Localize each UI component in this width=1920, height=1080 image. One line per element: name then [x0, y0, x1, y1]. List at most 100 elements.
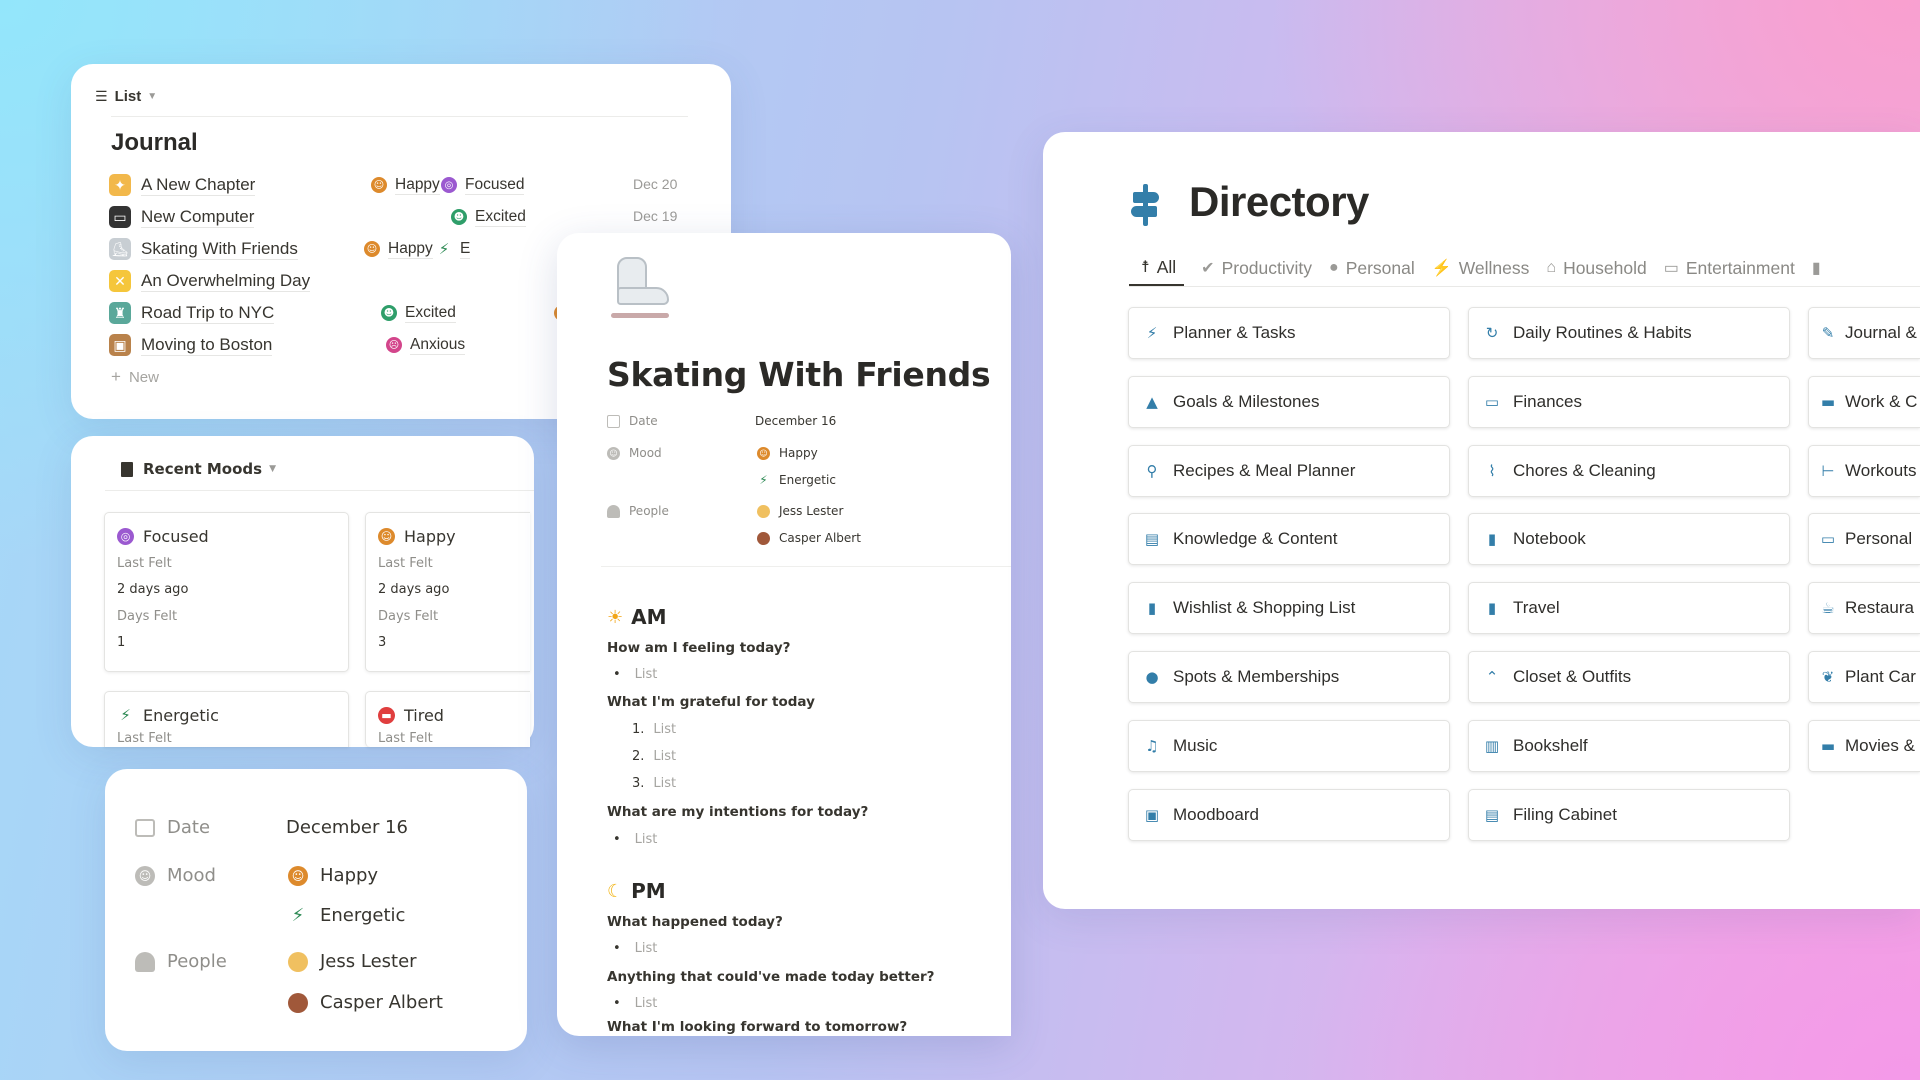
- list-item[interactable]: • List: [613, 832, 657, 847]
- journal-row[interactable]: ♜ Road Trip to NYC: [109, 300, 275, 326]
- mood-card[interactable]: ☺ Happy Last Felt 2 days ago Days Felt 3: [365, 512, 530, 672]
- bolt-icon: ⚡: [1431, 260, 1452, 277]
- journal-row[interactable]: ⛸ Skating With Friends: [109, 236, 298, 262]
- mood-card[interactable]: ◎ Focused Last Felt 2 days ago Days Felt 1: [104, 512, 349, 672]
- tab-household[interactable]: ⌂ Household: [1546, 250, 1646, 286]
- journal-row[interactable]: ▭ New Computer: [109, 204, 255, 230]
- directory-card[interactable]: ▲ Goals & Milestones: [1128, 375, 1450, 428]
- directory-card[interactable]: ▮ Travel: [1468, 582, 1790, 635]
- journal-row[interactable]: ✦ A New Chapter: [109, 172, 256, 198]
- new-row-button[interactable]: + New: [111, 367, 159, 387]
- directory-card[interactable]: ⌃ Closet & Outfits: [1468, 651, 1790, 703]
- tab-personal[interactable]: ● Personal: [1329, 250, 1415, 286]
- directory-card[interactable]: ▮ Notebook: [1468, 513, 1790, 566]
- mood-tag-energetic[interactable]: ⚡ Energetic: [757, 473, 836, 487]
- tab-all[interactable]: ☨ All: [1129, 250, 1185, 286]
- mood-tag[interactable]: ◎ Focused: [441, 172, 525, 198]
- mood-tag-energetic[interactable]: ⚡ Energetic: [288, 905, 406, 926]
- placeholder: List: [653, 749, 677, 764]
- mood-card[interactable]: ⚡ Energetic Last Felt: [104, 691, 349, 747]
- signpost-icon: [1131, 184, 1161, 226]
- mood-tag[interactable]: ☹ Anxious: [386, 332, 466, 358]
- mood-tag[interactable]: ⚡ E: [436, 236, 471, 262]
- tab-label: All: [1156, 256, 1177, 277]
- days-felt-label: Days Felt: [378, 609, 439, 624]
- mood-tag[interactable]: ☻ Excited: [451, 204, 526, 230]
- directory-card[interactable]: ▭ Personal: [1808, 513, 1920, 566]
- directory-card[interactable]: ▬ Work & C: [1808, 375, 1920, 428]
- mood-name: Focused: [143, 526, 209, 546]
- list-item[interactable]: • List: [613, 941, 657, 956]
- person-jess-lester[interactable]: Jess Lester: [288, 951, 417, 972]
- tab-entertainment[interactable]: ▭ Entertainment: [1664, 250, 1795, 286]
- tab-productivity[interactable]: ✔ Productivity: [1201, 250, 1312, 286]
- days-felt-value: 3: [378, 635, 387, 650]
- tab-label: Productivity: [1221, 257, 1313, 278]
- directory-card[interactable]: ↻ Daily Routines & Habits: [1468, 307, 1790, 359]
- numbered-item[interactable]: 1. List: [632, 722, 676, 737]
- mood-property-label: ☺ Mood: [607, 446, 662, 460]
- directory-card[interactable]: ❦ Plant Car: [1808, 651, 1920, 703]
- pm-heading: ☾ PM: [607, 879, 666, 903]
- directory-card[interactable]: ⌇ Chores & Cleaning: [1468, 444, 1790, 497]
- numbered-item[interactable]: 3. List: [632, 776, 676, 791]
- directory-card[interactable]: ☕ Restaura: [1808, 582, 1920, 635]
- date-property-label: Date: [607, 414, 658, 428]
- list-item[interactable]: • List: [613, 667, 657, 682]
- journal-row[interactable]: ▣ Moving to Boston: [109, 332, 273, 358]
- bolt-icon: ⚡: [1146, 324, 1158, 342]
- mood-card[interactable]: ▬ Tired Last Felt: [365, 691, 530, 747]
- tab-more[interactable]: ▮: [1812, 250, 1828, 286]
- directory-card[interactable]: ▤ Knowledge & Content: [1128, 513, 1450, 566]
- directory-card[interactable]: ▬ Movies &: [1808, 719, 1920, 772]
- directory-card[interactable]: ⚲ Recipes & Meal Planner: [1128, 444, 1450, 497]
- directory-card[interactable]: ▮ Wishlist & Shopping List: [1128, 582, 1450, 635]
- card-label: Goals & Milestones: [1173, 391, 1320, 411]
- person-jess-lester[interactable]: Jess Lester: [757, 504, 843, 518]
- directory-card[interactable]: ✎ Journal &: [1808, 307, 1920, 359]
- people-property-label: People: [135, 951, 227, 972]
- mood-tag[interactable]: ☺ Happy: [364, 236, 433, 262]
- focused-icon: ◎: [441, 177, 457, 193]
- last-felt-label: Last Felt: [117, 731, 172, 746]
- mood-tag-happy[interactable]: ☺ Happy: [757, 446, 818, 460]
- page-title[interactable]: Skating With Friends: [607, 355, 991, 394]
- label: AM: [631, 605, 667, 629]
- directory-card[interactable]: ⚡ Planner & Tasks: [1128, 307, 1450, 359]
- view-switcher[interactable]: ☰ List ▼: [95, 88, 157, 105]
- package-icon: ▣: [109, 334, 131, 356]
- mood-tag-happy[interactable]: ☺ Happy: [288, 865, 378, 886]
- happy-icon: ☺: [371, 177, 387, 193]
- date-value[interactable]: December 16: [286, 817, 408, 838]
- list-item[interactable]: • List: [613, 996, 657, 1011]
- numbered-item[interactable]: 2. List: [632, 749, 676, 764]
- party-popper-icon: ✦: [109, 174, 131, 196]
- row-title: A New Chapter: [141, 174, 256, 196]
- directory-card[interactable]: ▥ Bookshelf: [1468, 719, 1790, 772]
- journal-row[interactable]: ✕ An Overwhelming Day: [109, 268, 311, 294]
- mood-tag-label: Anxious: [410, 335, 466, 355]
- directory-card[interactable]: ▤ Filing Cabinet: [1468, 788, 1790, 841]
- person-casper-albert[interactable]: Casper Albert: [288, 992, 443, 1013]
- card-label: Notebook: [1513, 529, 1586, 549]
- check-circle-icon: ✔: [1201, 260, 1215, 277]
- directory-card[interactable]: ▭ Finances: [1468, 375, 1790, 428]
- directory-card[interactable]: ● Spots & Memberships: [1128, 651, 1450, 703]
- number: 2.: [632, 749, 645, 764]
- directory-card[interactable]: ▣ Moodboard: [1128, 788, 1450, 841]
- tab-wellness[interactable]: ⚡ Wellness: [1432, 250, 1530, 286]
- person-icon: ☨: [1141, 259, 1150, 276]
- person-casper-albert[interactable]: Casper Albert: [757, 531, 861, 545]
- directory-panel: Directory ☨ All ✔ Productivity ● Personal ⚡ Wel…: [1043, 132, 1920, 909]
- date-value[interactable]: December 16: [755, 414, 836, 428]
- calendar-icon: [607, 414, 620, 428]
- recent-moods-title: Recent Moods: [143, 460, 263, 478]
- mood-tag[interactable]: ☻ Excited: [381, 300, 456, 326]
- last-felt-label: Last Felt: [378, 556, 433, 571]
- card-label: Closet & Outfits: [1513, 667, 1632, 686]
- recent-moods-header[interactable]: Recent Moods ▼: [121, 460, 276, 478]
- directory-card[interactable]: ⊢ Workouts: [1808, 444, 1920, 497]
- mood-tag[interactable]: ☺ Happy: [371, 172, 440, 198]
- sun-icon: ☀: [607, 606, 624, 628]
- directory-card[interactable]: ♫ Music: [1128, 719, 1450, 772]
